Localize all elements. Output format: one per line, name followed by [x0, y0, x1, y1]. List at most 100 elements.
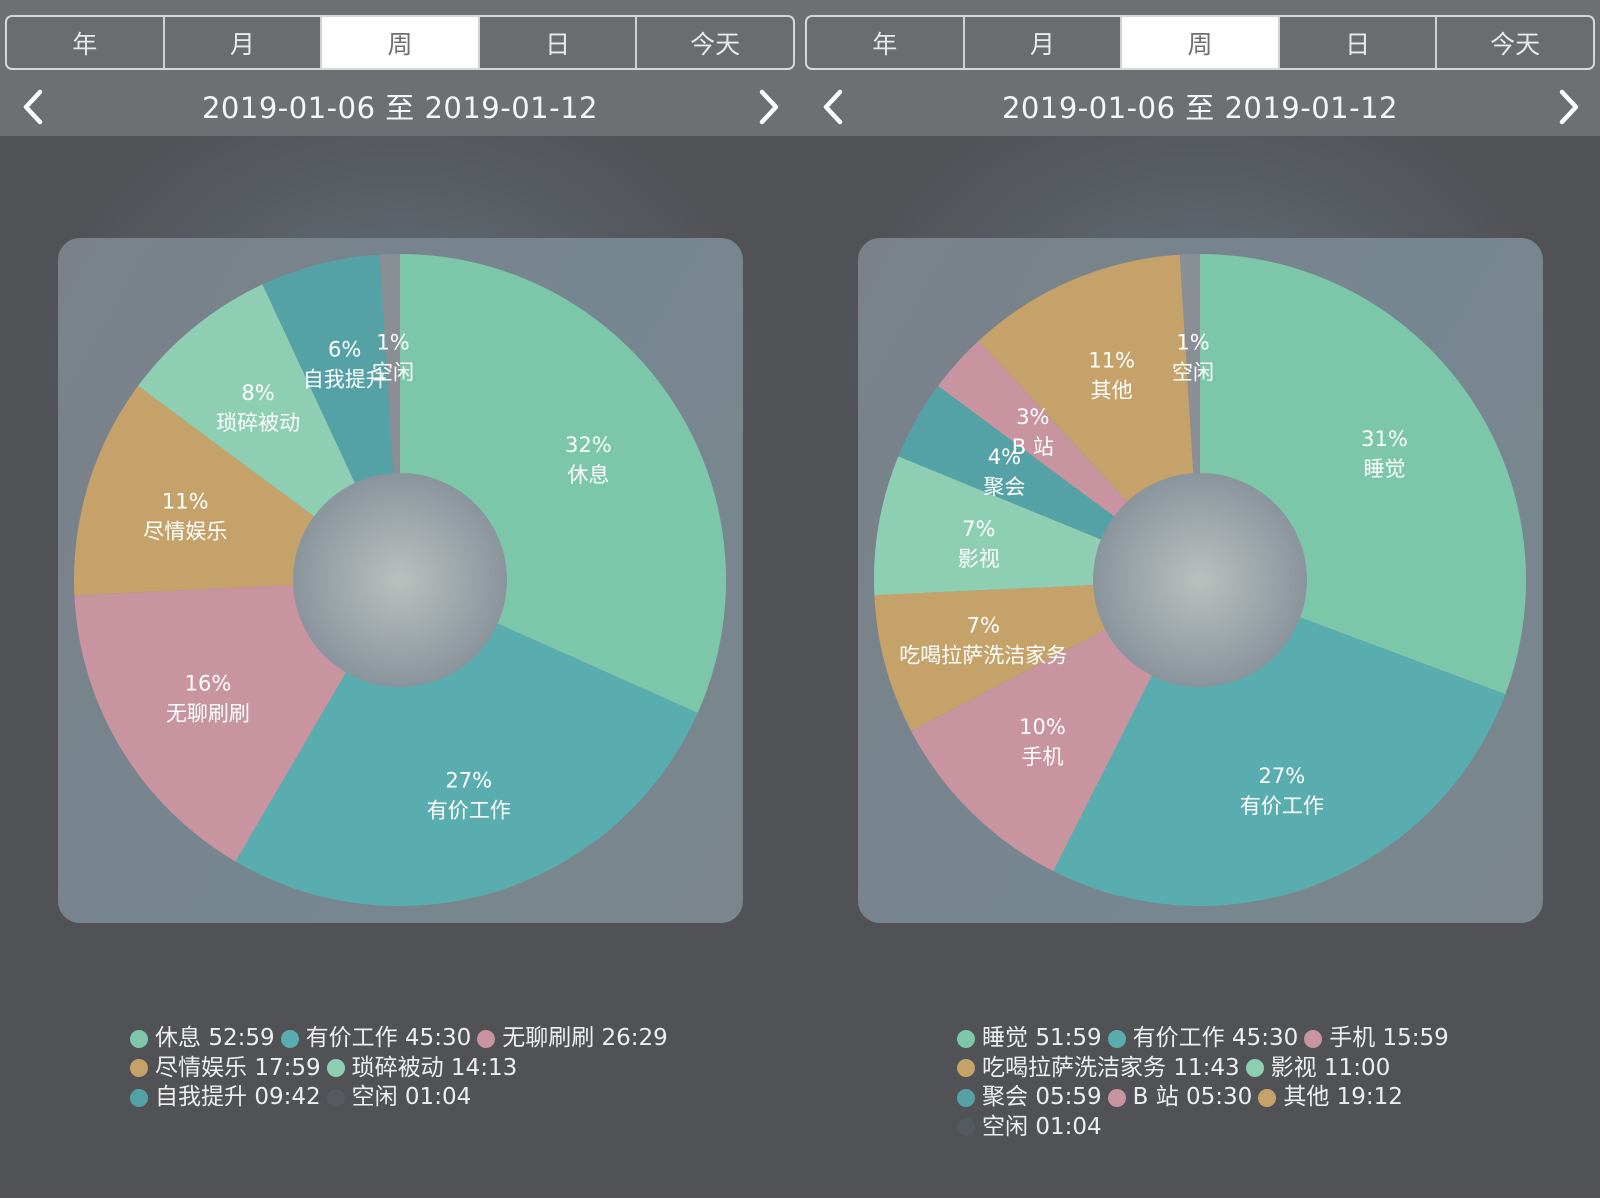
slice-percent-label: 31% — [1361, 427, 1408, 451]
slice-percent-label: 27% — [1259, 764, 1306, 788]
chart-card: 31% 睡觉 27% 有价工作 10% 手机 7% 吃喝拉萨洗洁家务 7% 影视 4% 聚会 3% B 站… — [858, 238, 1543, 923]
donut-chart: 32%休息27%有价工作16%无聊刷刷11%尽情娱乐8%琐碎被动6%自我提升1%… — [74, 254, 726, 906]
legend-item-自我提升[interactable]: 自我提升 09:42 — [130, 1084, 321, 1111]
legend-label: 睡觉 — [982, 1025, 1028, 1051]
legend-row: 自我提升 09:42 空闲 01:04 — [130, 1084, 674, 1114]
tab-year[interactable]: 年 — [807, 17, 965, 68]
legend-row: 休息 52:59 有价工作 45:30 无聊刷刷 26:29 — [130, 1025, 674, 1055]
donut-hole — [293, 473, 507, 687]
slice-percent-label: 16% — [185, 671, 232, 695]
legend-item-B-站[interactable]: B 站 05:30 — [1107, 1084, 1252, 1111]
tab-week[interactable]: 周 — [1122, 17, 1280, 68]
chart-legend: 休息 52:59 有价工作 45:30 无聊刷刷 26:29 尽情娱乐 17:59 琐碎… — [130, 1025, 674, 1114]
legend-item-琐碎被动[interactable]: 琐碎被动 14:13 — [326, 1054, 517, 1082]
slice-percent-label: 10% — [1019, 715, 1066, 739]
tab-year[interactable]: 年 — [7, 17, 165, 68]
legend-dot-icon — [1304, 1029, 1323, 1048]
legend-item-睡觉[interactable]: 睡觉 51:59 — [957, 1025, 1102, 1052]
legend-row: 睡觉 51:59 有价工作 45:30 手机 15:59 — [957, 1025, 1455, 1055]
legend-value: 15:59 — [1382, 1025, 1449, 1051]
legend-dot-icon — [280, 1029, 299, 1048]
period-segmented-control: 年 月 周 日 今天 — [5, 15, 795, 70]
slice-percent-label: 11% — [1088, 349, 1135, 373]
period-segmented-control: 年 月 周 日 今天 — [805, 15, 1595, 70]
legend-value: 01:04 — [1035, 1113, 1102, 1140]
legend-label: 休息 — [155, 1025, 201, 1051]
right-panel: 年 月 周 日 今天 2019-01-06 至 2019-01-12 31% 睡觉… — [800, 0, 1600, 1198]
legend-value: 11:00 — [1323, 1054, 1391, 1081]
date-range: 2019-01-06 至 2019-01-12 — [201, 91, 598, 125]
legend-value: 01:04 — [404, 1084, 472, 1110]
legend-item-空闲[interactable]: 空闲 01:04 — [957, 1114, 1102, 1141]
legend-value: 11:43 — [1173, 1054, 1240, 1081]
slice-percent-label: 8% — [241, 381, 274, 405]
legend-item-其他[interactable]: 其他 19:12 — [1258, 1084, 1403, 1111]
chevron-right-icon[interactable] — [752, 88, 786, 126]
tab-month[interactable]: 月 — [965, 17, 1123, 68]
tab-today[interactable]: 今天 — [1437, 17, 1593, 68]
header: 年 月 周 日 今天 2019-01-06 至 2019-01-12 — [0, 0, 800, 136]
slice-name-label: 睡觉 — [1363, 457, 1405, 481]
tab-today[interactable]: 今天 — [637, 17, 793, 68]
legend-item-尽情娱乐[interactable]: 尽情娱乐 17:59 — [130, 1055, 321, 1082]
slice-percent-label: 27% — [445, 769, 492, 793]
tab-month[interactable]: 月 — [165, 17, 323, 68]
legend-dot-icon — [957, 1118, 975, 1136]
legend-item-聚会[interactable]: 聚会 05:59 — [957, 1084, 1102, 1111]
legend-row: 空闲 01:04 — [957, 1114, 1455, 1144]
legend-dot-icon — [130, 1029, 148, 1048]
tab-week[interactable]: 周 — [322, 17, 480, 68]
legend-row: 尽情娱乐 17:59 琐碎被动 14:13 — [130, 1055, 674, 1085]
slice-percent-label: 6% — [328, 337, 361, 361]
legend-item-休息[interactable]: 休息 52:59 — [130, 1025, 275, 1052]
slice-percent-label: 7% — [967, 614, 1000, 638]
slice-name-label: 琐碎被动 — [216, 411, 300, 435]
legend-item-有价工作[interactable]: 有价工作 45:30 — [1107, 1025, 1299, 1052]
legend-value: 45:30 — [1231, 1025, 1299, 1051]
slice-percent-label: 7% — [962, 517, 995, 541]
chart-legend: 睡觉 51:59 有价工作 45:30 手机 15:59 吃喝拉萨洗洁家务 11:43… — [957, 1025, 1455, 1143]
slice-percent-label: 11% — [162, 490, 209, 514]
legend-label: 尽情娱乐 — [155, 1054, 247, 1081]
slice-percent-label: 1% — [376, 331, 409, 355]
legend-item-吃喝拉萨洗洁家务[interactable]: 吃喝拉萨洗洁家务 11:43 — [957, 1055, 1240, 1082]
legend-label: 聚会 — [982, 1084, 1028, 1110]
legend-value: 45:30 — [404, 1025, 472, 1051]
legend-dot-icon — [130, 1088, 148, 1107]
legend-label: 无聊刷刷 — [502, 1025, 595, 1051]
legend-item-有价工作[interactable]: 有价工作 45:30 — [280, 1025, 472, 1052]
legend-item-无聊刷刷[interactable]: 无聊刷刷 26:29 — [477, 1025, 668, 1052]
legend-label: B 站 — [1132, 1084, 1179, 1110]
legend-dot-icon — [477, 1029, 496, 1048]
slice-name-label: 空闲 — [372, 361, 414, 385]
slice-name-label: 尽情娱乐 — [143, 520, 227, 544]
slice-percent-label: 3% — [1016, 405, 1049, 429]
slice-name-label: 无聊刷刷 — [166, 701, 250, 725]
tab-day[interactable]: 日 — [1280, 17, 1438, 68]
legend-label: 有价工作 — [1132, 1025, 1225, 1051]
legend-dot-icon — [957, 1029, 975, 1048]
legend-row: 吃喝拉萨洗洁家务 11:43 影视 11:00 — [957, 1055, 1455, 1085]
legend-item-影视[interactable]: 影视 11:00 — [1245, 1054, 1391, 1082]
tab-day[interactable]: 日 — [480, 17, 638, 68]
slice-name-label: 其他 — [1091, 379, 1133, 403]
legend-label: 有价工作 — [305, 1025, 398, 1051]
slice-name-label: 有价工作 — [1240, 794, 1324, 818]
legend-dot-icon — [1245, 1059, 1264, 1077]
date-range: 2019-01-06 至 2019-01-12 — [1001, 91, 1398, 125]
legend-label: 琐碎被动 — [351, 1054, 444, 1081]
legend-item-空闲[interactable]: 空闲 01:04 — [326, 1084, 472, 1111]
chevron-right-icon[interactable] — [1552, 88, 1586, 126]
legend-dot-icon — [326, 1088, 345, 1107]
legend-value: 52:59 — [208, 1025, 275, 1051]
slice-name-label: B 站 — [1012, 435, 1054, 459]
legend-dot-icon — [130, 1059, 148, 1077]
legend-dot-icon — [1107, 1088, 1126, 1107]
donut-hole — [1093, 473, 1307, 687]
legend-value: 17:59 — [254, 1054, 321, 1081]
legend-value: 05:59 — [1035, 1084, 1102, 1110]
legend-dot-icon — [1258, 1088, 1277, 1107]
legend-label: 其他 — [1283, 1084, 1330, 1110]
slice-name-label: 休息 — [567, 463, 609, 487]
legend-item-手机[interactable]: 手机 15:59 — [1304, 1025, 1449, 1052]
